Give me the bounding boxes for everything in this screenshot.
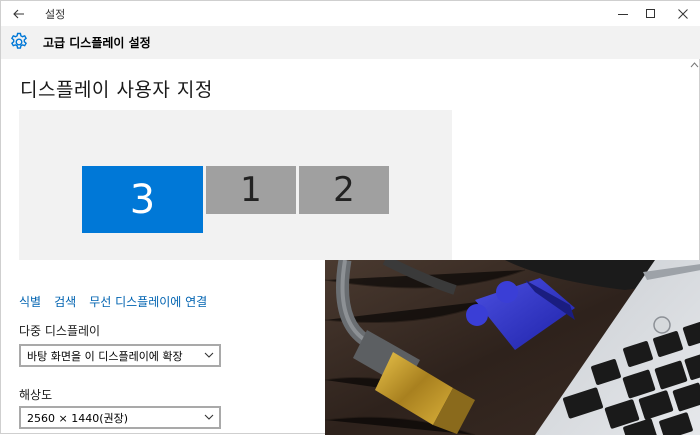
minimize-icon: [618, 13, 628, 15]
back-button[interactable]: [1, 1, 37, 26]
page-title: 디스플레이 사용자 지정: [20, 79, 213, 101]
page-header: 고급 디스플레이 설정: [1, 26, 700, 59]
scroll-up-arrow-icon[interactable]: [690, 61, 699, 69]
resolution-label: 해상도: [19, 388, 53, 402]
identify-link[interactable]: 식별: [19, 293, 41, 310]
display-arrangement-area: 3 1 2: [19, 110, 452, 260]
settings-window: 설정 고급 디스플레이 설정 디스플레이 사용자 지정 3 1 2 식별 검색: [0, 0, 700, 435]
monitor-2-label: 2: [333, 170, 355, 210]
detect-link[interactable]: 검색: [54, 293, 76, 310]
maximize-icon: [646, 8, 655, 18]
monitor-1[interactable]: 1: [206, 166, 296, 214]
multi-display-value: 바탕 화면을 이 디스플레이에 확장: [27, 349, 183, 363]
close-icon: [678, 8, 688, 19]
header-title: 고급 디스플레이 설정: [43, 36, 151, 50]
title-bar: 설정: [1, 1, 700, 26]
gear-icon: [11, 32, 27, 49]
chevron-down-icon: [204, 352, 214, 358]
display-links: 식별 검색 무선 디스플레이에 연결: [19, 293, 207, 310]
monitor-1-label: 1: [240, 170, 262, 210]
chevron-down-icon: [204, 414, 214, 420]
monitor-2[interactable]: 2: [299, 166, 389, 214]
wireless-display-link[interactable]: 무선 디스플레이에 연결: [89, 293, 207, 310]
multi-display-label: 다중 디스플레이: [19, 324, 101, 338]
resolution-dropdown[interactable]: 2560 × 1440(권장): [19, 406, 221, 429]
resolution-value: 2560 × 1440(권장): [27, 411, 129, 425]
multi-display-dropdown[interactable]: 바탕 화면을 이 디스플레이에 확장: [19, 344, 221, 367]
window-title: 설정: [45, 8, 66, 21]
monitor-3[interactable]: 3: [82, 166, 203, 233]
cable-laptop-photo: [325, 260, 700, 435]
back-arrow-icon: [13, 9, 24, 18]
maximize-button[interactable]: [633, 1, 669, 26]
close-button[interactable]: [665, 1, 700, 26]
monitor-3-label: 3: [129, 176, 156, 223]
